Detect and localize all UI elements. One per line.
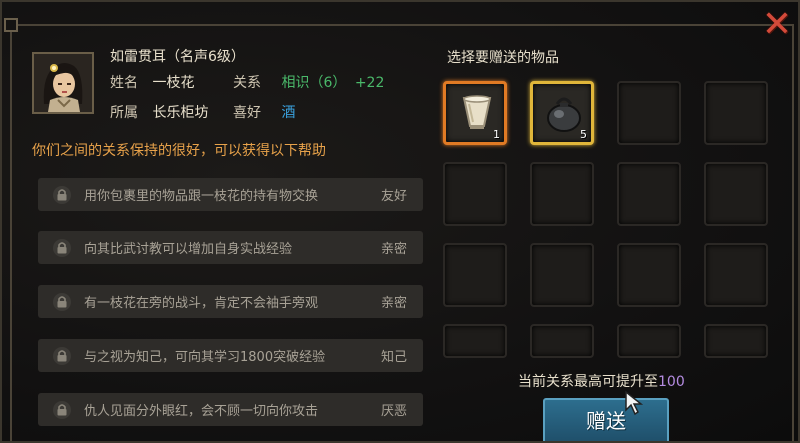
inventory-slot-13[interactable] (443, 324, 507, 358)
hobby-row: 喜好 酒 (233, 102, 295, 122)
faction-label: 所属 (110, 105, 138, 121)
benefit-item: 用你包裹里的物品跟一枝花的持有物交换 友好 (38, 178, 423, 211)
benefit-relation: 友好 (380, 189, 407, 204)
lock-icon (53, 400, 71, 419)
max-relation-value: 100 (658, 374, 685, 390)
item-quantity: 5 (580, 128, 587, 141)
reputation-title: 如雷贯耳（名声6级） (110, 49, 245, 65)
inventory-slot-1[interactable]: 1 (443, 81, 507, 145)
inventory-slot-5[interactable] (443, 162, 507, 226)
avatar (32, 52, 94, 114)
inventory-slot-4[interactable] (704, 81, 768, 145)
lock-icon (53, 346, 71, 365)
hobby-value: 酒 (281, 105, 296, 121)
inventory-slot-11[interactable] (617, 243, 681, 307)
help-title: 你们之间的关系保持的很好，可以获得以下帮助 (32, 143, 326, 159)
gift-button[interactable]: 赠送 (543, 398, 669, 441)
relation-row: 关系 相识（6） +22 (233, 72, 384, 92)
benefit-text: 仇人见面分外眼红，会不顾一切向你攻击 (84, 404, 319, 419)
faction-row: 所属 长乐柜坊 (110, 102, 208, 122)
character-portrait (34, 54, 92, 112)
inventory-slot-14[interactable] (530, 324, 594, 358)
benefit-text: 用你包裹里的物品跟一枝花的持有物交换 (84, 189, 319, 204)
benefit-item: 向其比武讨教可以增加自身实战经验 亲密 (38, 231, 423, 264)
name-value: 一枝花 (152, 75, 195, 91)
lock-icon (53, 292, 71, 311)
benefit-item: 仇人见面分外眼红，会不顾一切向你攻击 厌恶 (38, 393, 423, 426)
benefit-text: 有一枝花在旁的战斗，肯定不会袖手旁观 (84, 296, 319, 311)
lock-icon (53, 185, 71, 204)
relationship-panel: ✕ 如雷贯耳（名声6级） 姓名 一枝花 关系 相识（6） +22 所属 长乐柜坊… (0, 0, 800, 443)
benefit-text: 向其比武讨教可以增加自身实战经验 (84, 242, 293, 257)
benefit-relation: 知己 (380, 350, 407, 365)
relation-value: 相识（6） (281, 75, 347, 91)
cursor-icon (625, 390, 644, 416)
name-row: 姓名 一枝花 (110, 72, 194, 92)
close-icon[interactable]: ✕ (760, 7, 794, 44)
benefit-text: 与之视为知己，可向其学习1800突破经验 (84, 350, 326, 365)
inventory-slot-8[interactable] (704, 162, 768, 226)
lock-icon (53, 238, 71, 257)
benefit-item: 与之视为知己，可向其学习1800突破经验 知己 (38, 339, 423, 372)
inventory-slot-12[interactable] (704, 243, 768, 307)
relation-delta: +22 (354, 75, 385, 91)
inventory-slot-10[interactable] (530, 243, 594, 307)
inventory-slot-6[interactable] (530, 162, 594, 226)
inventory-slot-16[interactable] (704, 324, 768, 358)
inventory-slot-3[interactable] (617, 81, 681, 145)
hobby-label: 喜好 (233, 105, 261, 121)
benefit-relation: 亲密 (380, 242, 407, 257)
gift-select-title: 选择要赠送的物品 (447, 50, 559, 66)
item-quantity: 1 (493, 128, 500, 141)
inventory-slot-7[interactable] (617, 162, 681, 226)
name-label: 姓名 (110, 75, 138, 91)
benefit-relation: 亲密 (380, 296, 407, 311)
faction-value: 长乐柜坊 (152, 105, 209, 121)
inventory-slot-2[interactable]: 5 (530, 81, 594, 145)
benefit-item: 有一枝花在旁的战斗，肯定不会袖手旁观 亲密 (38, 285, 423, 318)
relation-label: 关系 (233, 75, 261, 91)
max-relation-label: 当前关系最高可提升至 (518, 374, 658, 390)
frame-corner (4, 18, 18, 32)
inventory-slot-9[interactable] (443, 243, 507, 307)
inventory-slot-15[interactable] (617, 324, 681, 358)
max-relation-text: 当前关系最高可提升至100 (518, 371, 685, 391)
benefit-relation: 厌恶 (380, 404, 407, 419)
